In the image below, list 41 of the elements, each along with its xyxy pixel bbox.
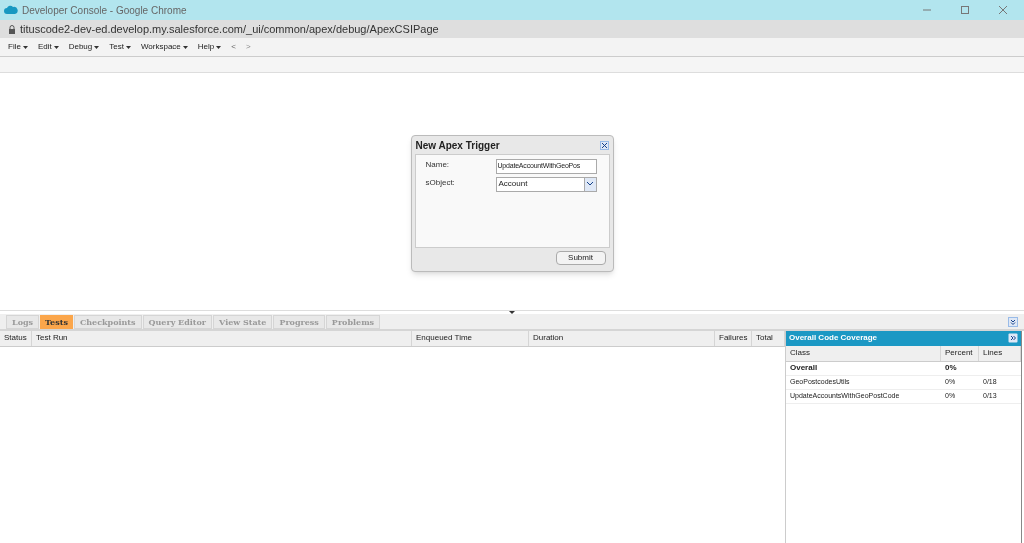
dialog-title: New Apex Trigger	[415, 138, 500, 153]
cloud-icon	[4, 5, 18, 15]
panel-title: Overall Code Coverage	[789, 332, 878, 344]
field-label: sObject:	[425, 176, 456, 189]
column-header[interactable]: Enqueued Time	[412, 330, 529, 346]
menu-item[interactable]: Help	[197, 41, 222, 53]
caret-icon	[53, 45, 59, 49]
chevron-down-icon	[587, 182, 593, 187]
back-button[interactable]: <	[231, 41, 236, 53]
column-header[interactable]: Total	[752, 330, 785, 346]
menu-item[interactable]: Workspace	[140, 41, 188, 53]
maximize-icon[interactable]	[960, 5, 970, 15]
column-header[interactable]: Lines	[979, 345, 1021, 361]
caret-icon	[94, 45, 100, 49]
table-cell-text: Overall	[789, 362, 819, 374]
menu-item[interactable]: Debug	[68, 41, 100, 53]
lock-icon	[8, 24, 16, 34]
caret-icon	[125, 45, 131, 49]
field-label: Name:	[425, 158, 451, 171]
column-header[interactable]: Test Run	[32, 330, 412, 346]
column-header[interactable]: Percent	[941, 345, 979, 361]
table-cell-text: 0%	[944, 362, 958, 374]
submit-button[interactable]: Submit	[555, 250, 606, 265]
tab[interactable]: Tests	[40, 314, 73, 329]
caret-icon	[22, 45, 28, 49]
column-header[interactable]: Failures	[715, 330, 752, 346]
column-header[interactable]: Duration	[529, 330, 715, 346]
caret-icon	[182, 45, 188, 49]
menu-item[interactable]: Test	[109, 41, 131, 53]
sobject-select[interactable]: Account	[495, 176, 597, 192]
column-header[interactable]: Status	[0, 330, 32, 346]
window-title: Developer Console - Google Chrome	[22, 3, 188, 18]
collapse-icon[interactable]	[1008, 316, 1018, 327]
caret-icon	[216, 45, 222, 49]
menu-item[interactable]: Edit	[37, 41, 59, 53]
menu-item[interactable]: File	[8, 41, 28, 53]
url-text[interactable]: tituscode2-dev-ed.develop.my.salesforce.com/_ui/common/apex/debug/ApexCSIPage	[20, 20, 439, 38]
close-icon[interactable]	[998, 5, 1008, 15]
column-header[interactable]: Class	[786, 345, 941, 361]
close-icon[interactable]	[599, 140, 609, 150]
expand-icon[interactable]	[1008, 333, 1018, 343]
